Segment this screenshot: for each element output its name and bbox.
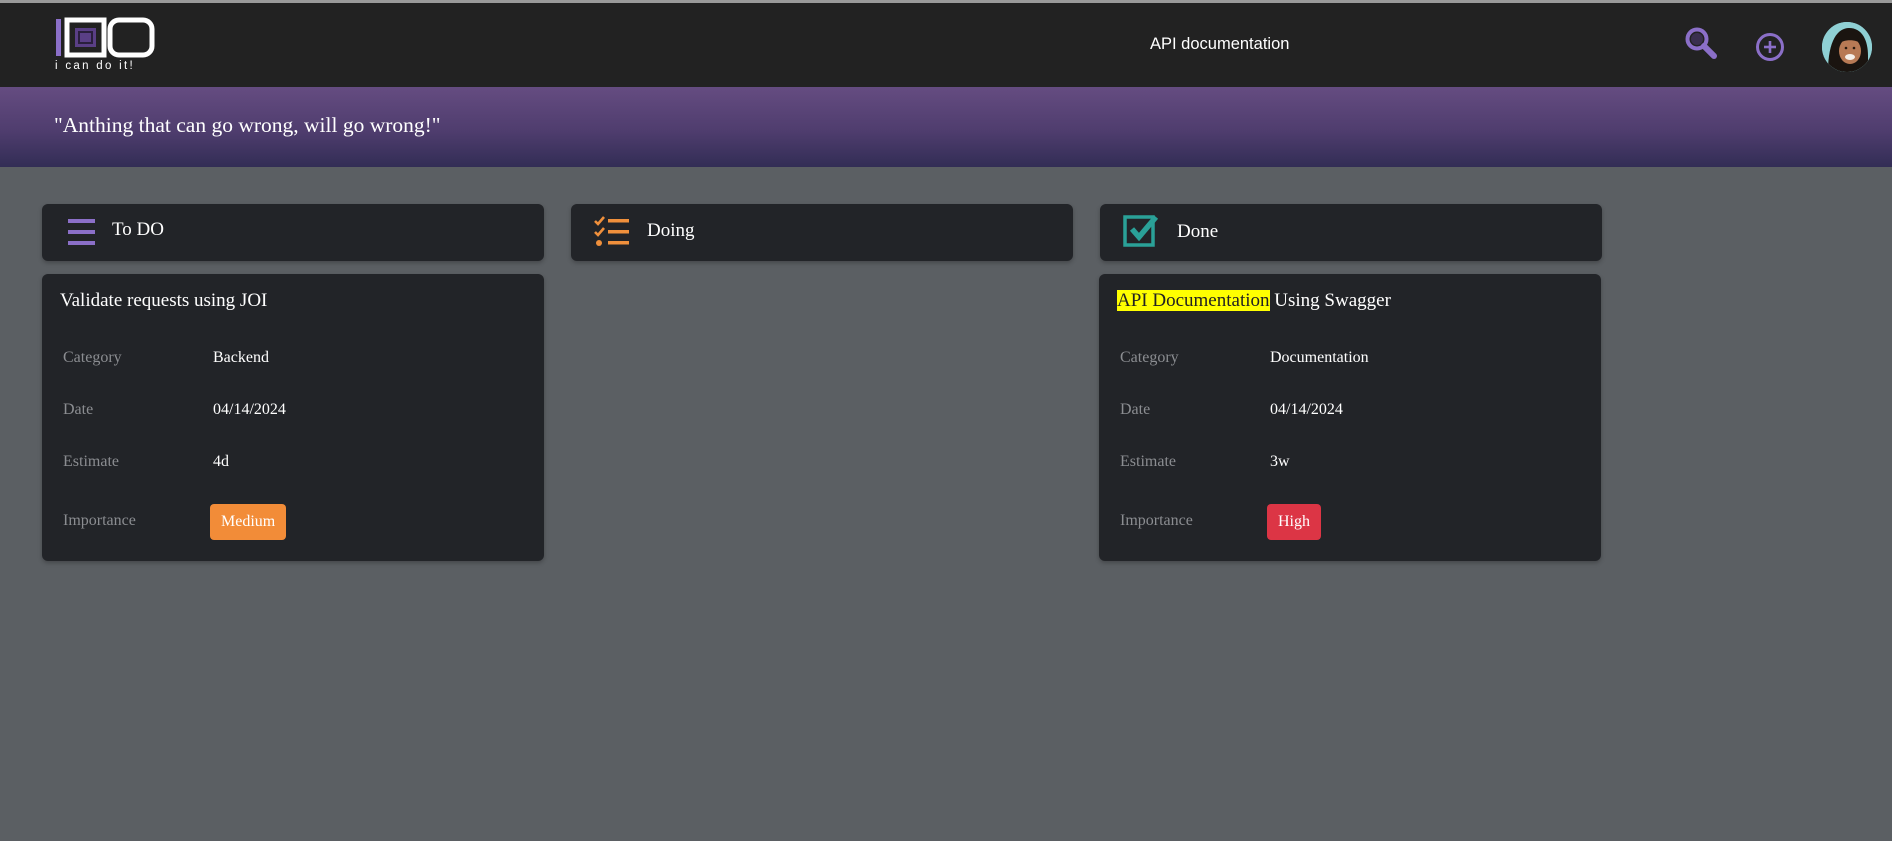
estimate-value: 3w [1270,453,1290,470]
estimate-value: 4d [213,453,229,470]
checkbox-checked-icon [1123,215,1159,247]
column-title-doing: Doing [647,220,695,241]
category-value: Documentation [1270,349,1369,366]
search-button[interactable] [1683,25,1719,61]
app-logo[interactable]: i can do it! [54,17,158,75]
task-title: Validate requests using JOI [60,290,268,311]
user-avatar[interactable] [1822,22,1872,72]
date-value: 04/14/2024 [213,401,286,418]
category-label: Category [1120,349,1179,366]
search-highlight: API Documentation [1117,290,1270,311]
column-header-doing[interactable]: Doing [571,204,1073,261]
date-label: Date [63,401,94,418]
ido-logo-mark [56,17,155,58]
column-title-done: Done [1177,221,1219,242]
column-header-done[interactable]: Done [1100,204,1602,261]
add-task-button[interactable] [1754,31,1786,63]
avatar-image [1822,22,1872,72]
category-label: Category [63,349,122,366]
app-header: i can do it! [0,3,1892,87]
plus-circle-icon [1756,33,1784,61]
importance-badge: High [1267,504,1321,540]
logo-tagline: i can do it! [55,60,136,72]
date-value: 04/14/2024 [1270,401,1343,418]
quote-text: "Anthing that can go wrong, will go wron… [54,113,441,137]
column-header-todo[interactable]: To DO [42,204,544,261]
search-input[interactable] [1150,29,1570,59]
estimate-label: Estimate [1120,453,1176,470]
search-icon [1685,27,1717,59]
importance-label: Importance [1120,512,1193,529]
estimate-label: Estimate [63,453,119,470]
task-card[interactable]: Validate requests using JOI Category Bac… [42,274,544,561]
column-title-todo: To DO [112,219,164,240]
quote-banner: "Anthing that can go wrong, will go wron… [0,87,1892,167]
checklist-icon [594,216,629,246]
task-title: API Documentation Using Swagger [1117,290,1391,312]
importance-badge: Medium [210,504,287,540]
task-card[interactable]: API Documentation Using Swagger Category… [1099,274,1601,561]
category-value: Backend [213,349,269,366]
date-label: Date [1120,401,1151,418]
task-title-rest: Using Swagger [1269,290,1391,311]
importance-label: Importance [63,512,136,529]
list-icon [68,219,95,245]
